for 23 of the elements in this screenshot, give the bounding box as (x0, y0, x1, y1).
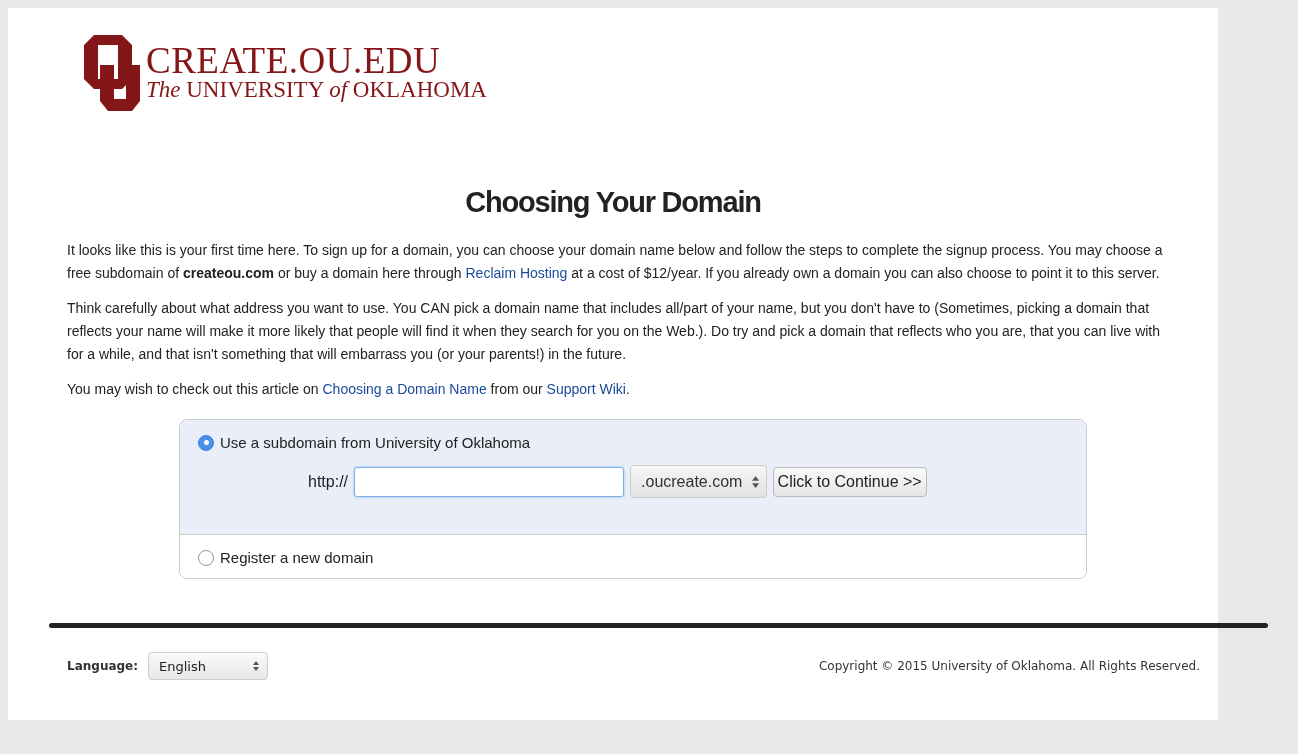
option-label: Use a subdomain from University of Oklahoma (220, 434, 531, 451)
site-title: CREATE.OU.EDU (146, 44, 442, 78)
dropdown-arrows-icon (253, 661, 260, 671)
page-heading: Choosing Your Domain (464, 186, 762, 219)
dropdown-arrows-icon (752, 475, 760, 488)
subdomain-input[interactable] (354, 466, 625, 497)
option-label: Register a new domain (220, 549, 374, 566)
body-paragraph: It looks like this is your first time here. To sign up for a domain, you can choose your domain name below and follow the steps to complete the signup process. You may choose a free subdomain of createou.com or buy a domain here through Reclaim Hosting at a cost of $12/year. If you already own a domain you can also choose to point it to this server. (66, 241, 1164, 283)
radio-button[interactable] (198, 549, 214, 566)
language-label: Language: (67, 659, 139, 673)
body-paragraph: Think carefully about what address you want to use. You CAN pick a domain name that includes all/part of your name, but you don't have to (Sometimes, picking a domain that reflects your name will make it more likely that people will find it when they search for you on the Web.). Do try and pick a domain that reflects who you are, that you can live with for a while, and that isn't something that will embarrass you (or your parents!) in the future. (66, 299, 1162, 364)
text-link[interactable]: Reclaim Hosting (465, 265, 568, 281)
language-select[interactable]: English (148, 652, 269, 680)
radio-button[interactable] (198, 434, 214, 451)
text-link[interactable]: Support Wiki (546, 381, 626, 397)
continue-button[interactable]: Click to Continue >> (772, 466, 927, 497)
university-name: The UNIVERSITY of OKLAHOMA (146, 78, 487, 102)
copyright-text: Copyright © 2015 University of Oklahoma. All Rights Reserved. (818, 659, 1200, 673)
domain-suffix-select[interactable]: .oucreate.com (630, 465, 767, 498)
text-link[interactable]: Choosing a Domain Name (322, 381, 487, 397)
body-paragraph: You may wish to check out this article on Choosing a Domain Name from our Support Wiki. (66, 380, 631, 399)
protocol-label: http:// (308, 472, 349, 491)
logo-monogram-icon (84, 35, 142, 111)
